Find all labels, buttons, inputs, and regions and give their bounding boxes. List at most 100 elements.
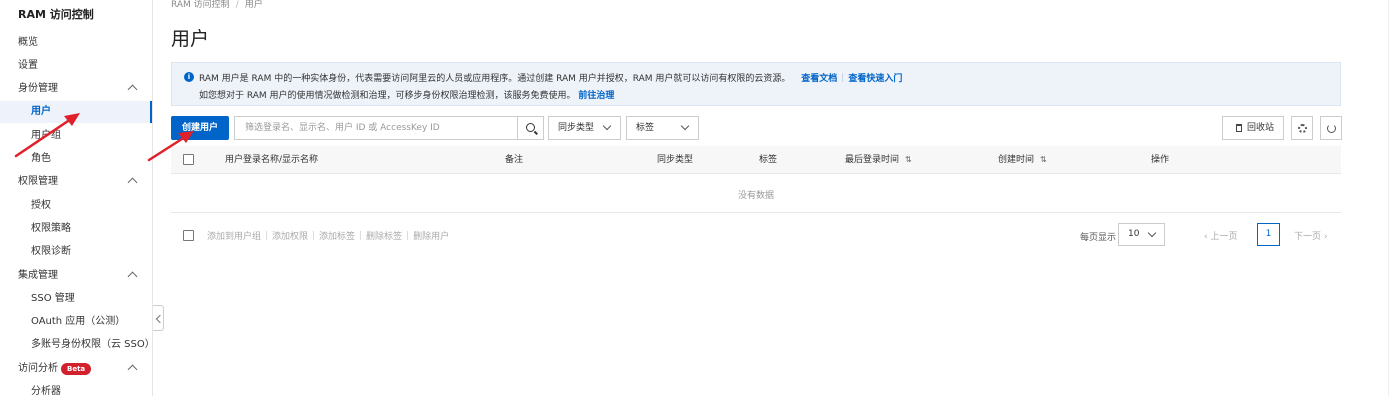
settings-button[interactable] [1291, 116, 1313, 140]
column-header-tag: 标签 [759, 155, 778, 165]
sidebar-item-label: 身份管理 [18, 83, 58, 94]
search-button[interactable] [517, 116, 544, 140]
beta-badge: Beta [61, 363, 92, 375]
sidebar-item-diagnostics[interactable]: 权限诊断 [0, 241, 152, 263]
delete-user-button[interactable]: 删除用户 [413, 232, 449, 242]
sidebar-item-user-groups[interactable]: 用户组 [0, 125, 152, 147]
sidebar-item-cloud-sso[interactable]: 多账号身份权限（云 SSO） [0, 334, 155, 356]
batch-actions: 添加到用户组 添加权限 添加标签 删除标签 删除用户 [207, 229, 449, 242]
chevron-down-icon [602, 121, 612, 131]
table-empty-row: 没有数据 [171, 175, 1341, 213]
breadcrumb: RAM 访问控制 / 用户 [171, 0, 263, 10]
search-field [234, 116, 517, 140]
column-header-remark: 备注 [505, 155, 524, 165]
sidebar-item-analyzer[interactable]: 分析器 [0, 381, 152, 396]
sidebar-item-overview[interactable]: 概览 [0, 32, 152, 54]
tag-label: 标签 [636, 123, 655, 133]
per-page-select[interactable]: 10 [1118, 223, 1165, 246]
quickstart-link[interactable]: 查看快速入门 [848, 74, 902, 84]
divider [266, 231, 268, 240]
sidebar-item-label: 多账号身份权限（云 SSO） [31, 339, 155, 350]
recycle-bin-button[interactable]: 回收站 [1222, 116, 1284, 140]
tag-select[interactable]: 标签 [626, 116, 699, 140]
select-all-checkbox[interactable] [183, 154, 194, 165]
divider [313, 231, 315, 240]
breadcrumb-item-ram[interactable]: RAM 访问控制 [171, 0, 230, 10]
per-page-value: 10 [1128, 229, 1140, 239]
sidebar-item-label: 角色 [31, 153, 51, 164]
info-text: RAM 用户是 RAM 中的一种实体身份，代表需要访问阿里云的人员或应用程序。通… [199, 74, 791, 84]
search-input[interactable] [235, 117, 517, 139]
chevron-up-icon [127, 364, 138, 375]
search-icon [526, 123, 535, 132]
sidebar-group-permissions[interactable]: 权限管理 [0, 171, 152, 193]
sync-type-label: 同步类型 [558, 123, 595, 133]
recycle-bin-label: 回收站 [1247, 123, 1275, 133]
view-docs-link[interactable]: 查看文档 [801, 74, 837, 84]
chevron-left-icon: ‹ [1204, 232, 1208, 242]
next-page-label: 下一页 [1294, 232, 1322, 242]
chevron-up-icon [127, 177, 138, 188]
prev-page-button[interactable]: ‹ 上一页 [1204, 229, 1238, 242]
add-permission-button[interactable]: 添加权限 [272, 232, 308, 242]
divider [407, 231, 409, 240]
sidebar-item-label: 概览 [18, 37, 38, 48]
sync-type-select[interactable]: 同步类型 [548, 116, 621, 140]
sidebar-item-label: 集成管理 [18, 270, 58, 281]
sidebar-item-label: 授权 [31, 200, 51, 211]
sidebar-item-label: 分析器 [31, 386, 61, 396]
chevron-up-icon [127, 84, 138, 95]
table-header: 用户登录名称/显示名称 备注 同步类型 标签 最后登录时间 ⇅ 创建时间 ⇅ 操作 [171, 146, 1341, 174]
column-header-actions: 操作 [1151, 155, 1170, 165]
refresh-icon [1327, 124, 1336, 133]
sidebar-group-integration[interactable]: 集成管理 [0, 265, 152, 287]
info-banner: i RAM 用户是 RAM 中的一种实体身份，代表需要访问阿里云的人员或应用程序… [171, 62, 1341, 106]
page-number-current[interactable]: 1 [1257, 223, 1280, 246]
sidebar-item-roles[interactable]: 角色 [0, 148, 152, 170]
remove-tag-button[interactable]: 删除标签 [366, 232, 402, 242]
sidebar-item-label: 权限管理 [18, 176, 58, 187]
sidebar-item-label: 访问分析 [18, 363, 58, 374]
sidebar-item-sso[interactable]: SSO 管理 [0, 288, 152, 310]
sidebar-group-identity[interactable]: 身份管理 [0, 78, 152, 100]
chevron-right-icon: › [1323, 232, 1328, 242]
create-user-button[interactable]: 创建用户 [171, 116, 229, 140]
sidebar-item-oauth[interactable]: OAuth 应用（公测） [0, 311, 152, 333]
sidebar-item-policies[interactable]: 权限策略 [0, 218, 152, 240]
column-header-name: 用户登录名称/显示名称 [225, 155, 319, 165]
sidebar-item-users[interactable]: 用户 [0, 101, 152, 123]
info-line-2: 如您想对于 RAM 用户的使用情况做检测和治理，可移步身份权限治理检测，该服务免… [199, 88, 614, 101]
column-header-created[interactable]: 创建时间 ⇅ [998, 146, 1047, 174]
chevron-down-icon [1147, 228, 1157, 238]
chevron-down-icon [680, 121, 690, 131]
sidebar-item-label: 用户组 [31, 130, 61, 141]
sidebar-title: RAM 访问控制 [18, 8, 94, 21]
sidebar: RAM 访问控制 概览 设置 身份管理 用户 用户组 角色 权限管理 授权 权限… [0, 0, 155, 396]
empty-state-text: 没有数据 [737, 191, 774, 201]
trash-icon [1236, 124, 1242, 132]
page-scrollbar[interactable] [1388, 0, 1400, 396]
sidebar-item-grants[interactable]: 授权 [0, 195, 152, 217]
sort-icon[interactable]: ⇅ [905, 146, 912, 174]
prev-page-label: 上一页 [1210, 232, 1238, 242]
sort-icon[interactable]: ⇅ [1040, 146, 1047, 174]
refresh-button[interactable] [1320, 116, 1342, 140]
sidebar-item-settings[interactable]: 设置 [0, 55, 152, 77]
sidebar-item-label: 权限策略 [31, 223, 71, 234]
column-header-label: 最后登录时间 [845, 155, 900, 165]
column-header-last-login[interactable]: 最后登录时间 ⇅ [845, 146, 912, 174]
select-all-footer-checkbox[interactable] [183, 230, 194, 241]
info-text: 如您想对于 RAM 用户的使用情况做检测和治理，可移步身份权限治理检测，该服务免… [199, 91, 576, 101]
govern-link[interactable]: 前往治理 [578, 91, 614, 101]
next-page-button[interactable]: 下一页 › [1294, 229, 1328, 242]
add-tag-button[interactable]: 添加标签 [319, 232, 355, 242]
sidebar-item-label: 设置 [18, 60, 38, 71]
sidebar-collapse-button[interactable] [153, 305, 164, 331]
per-page-label: 每页显示 [1080, 233, 1117, 243]
sidebar-group-access-analysis[interactable]: 访问分析 Beta [0, 358, 152, 380]
info-icon: i [184, 72, 194, 82]
add-to-group-button[interactable]: 添加到用户组 [207, 232, 261, 242]
column-header-sync-type: 同步类型 [657, 155, 694, 165]
sidebar-item-label: SSO 管理 [31, 293, 75, 304]
divider [842, 73, 844, 82]
